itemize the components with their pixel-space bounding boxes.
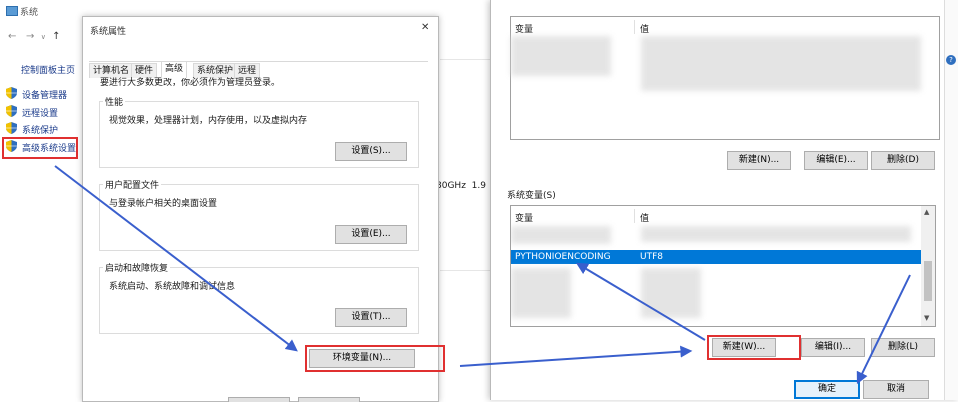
performance-settings-button[interactable]: 设置(S)... [335,142,407,161]
blurred-rows [641,268,701,318]
user-profiles-label: 用户配置文件 [103,178,162,191]
dialog-title: 系统属性 [90,27,127,37]
system-variables-label: 系统变量(S) [507,191,556,201]
row-variable-name: PYTHONIOENCODING [515,252,611,262]
cancel-button[interactable]: 取消 [863,380,929,399]
row-variable-value: UTF8 [640,252,663,262]
blurred-rows [641,36,921,91]
shield-icon [6,87,17,99]
user-profiles-settings-button[interactable]: 设置(E)... [335,225,407,244]
tab-advanced[interactable]: 高级 [161,61,188,78]
vertical-scrollbar[interactable]: ▲ ▼ [921,206,935,326]
sidebar-item-label: 系统保护 [22,126,59,136]
scroll-up-icon[interactable]: ▲ [924,208,929,216]
scroll-down-icon[interactable]: ▼ [924,314,929,322]
sidebar-item-device-manager[interactable]: 设备管理器 [6,87,86,101]
selected-table-row[interactable]: PYTHONIOENCODING UTF8 [511,250,921,264]
back-arrow-icon[interactable]: ← [8,31,16,42]
system-edit-button[interactable]: 编辑(I)... [801,338,865,357]
separator-line [440,59,490,60]
separator-line [440,270,490,271]
close-icon[interactable]: ✕ [421,22,429,33]
scroll-thumb[interactable] [924,261,932,301]
user-profiles-desc: 与登录帐户相关的桌面设置 [109,199,218,209]
column-header-value[interactable]: 值 [640,22,649,35]
blurred-rows [511,268,571,318]
shield-icon [6,122,17,134]
advanced-settings-highlight [2,137,78,159]
forward-arrow-icon[interactable]: → [26,31,34,42]
blurred-rows [511,36,611,76]
system-icon [6,6,18,16]
dropdown-chevron-icon[interactable]: ∨ [41,33,46,41]
cpu-speed-text: 80GHz 1.9 [436,181,486,191]
column-header-divider [634,209,635,223]
user-new-button[interactable]: 新建(N)... [727,151,791,170]
sidebar-item-remote-settings[interactable]: 远程设置 [6,105,86,119]
blurred-rows [641,226,911,242]
startup-recovery-settings-button[interactable]: 设置(T)... [335,308,407,327]
system-variables-table: 变量 值 PYTHONIOENCODING UTF8 ▲ ▼ [510,205,936,327]
sidebar-item-label: 远程设置 [22,109,59,119]
ok-button[interactable]: 确定 [794,380,860,399]
env-button-highlight [305,345,445,372]
environment-variables-dialog: 变量 值 新建(N)... 编辑(E)... 删除(D) 系统变量(S) 变量 … [490,0,958,400]
system-properties-dialog: 系统属性 ✕ 计算机名 硬件 高级 系统保护 远程 要进行大多数更改，你必须作为… [82,16,445,402]
user-edit-button[interactable]: 编辑(E)... [804,151,868,170]
column-header-divider [634,20,635,34]
right-edge-panel: ? [944,0,958,400]
shield-icon [6,105,17,117]
system-delete-button[interactable]: 删除(L) [871,338,935,357]
nav-arrows: ← → ∨ ↑ [8,31,61,42]
sidebar-item-label: 设备管理器 [22,91,68,101]
column-header-variable[interactable]: 变量 [515,211,533,224]
user-variables-table: 变量 值 [510,16,940,140]
startup-recovery-label: 启动和故障恢复 [103,261,171,274]
blurred-rows [511,226,611,244]
column-header-variable[interactable]: 变量 [515,22,533,35]
sidebar-item-system-protection[interactable]: 系统保护 [6,122,86,136]
user-delete-button[interactable]: 删除(D) [871,151,935,170]
performance-desc: 视觉效果，处理器计划，内存使用，以及虚拟内存 [109,116,308,126]
column-header-value[interactable]: 值 [640,211,649,224]
startup-recovery-desc: 系统启动、系统故障和调试信息 [109,282,236,292]
help-icon[interactable]: ? [946,55,956,65]
system-new-highlight [707,335,801,360]
up-arrow-icon[interactable]: ↑ [52,31,60,42]
system-title: 系统 [20,8,39,18]
control-panel-home-link[interactable]: 控制面板主页 [21,63,75,76]
admin-note: 要进行大多数更改，你必须作为管理员登录。 [100,78,281,88]
performance-label: 性能 [103,95,126,108]
